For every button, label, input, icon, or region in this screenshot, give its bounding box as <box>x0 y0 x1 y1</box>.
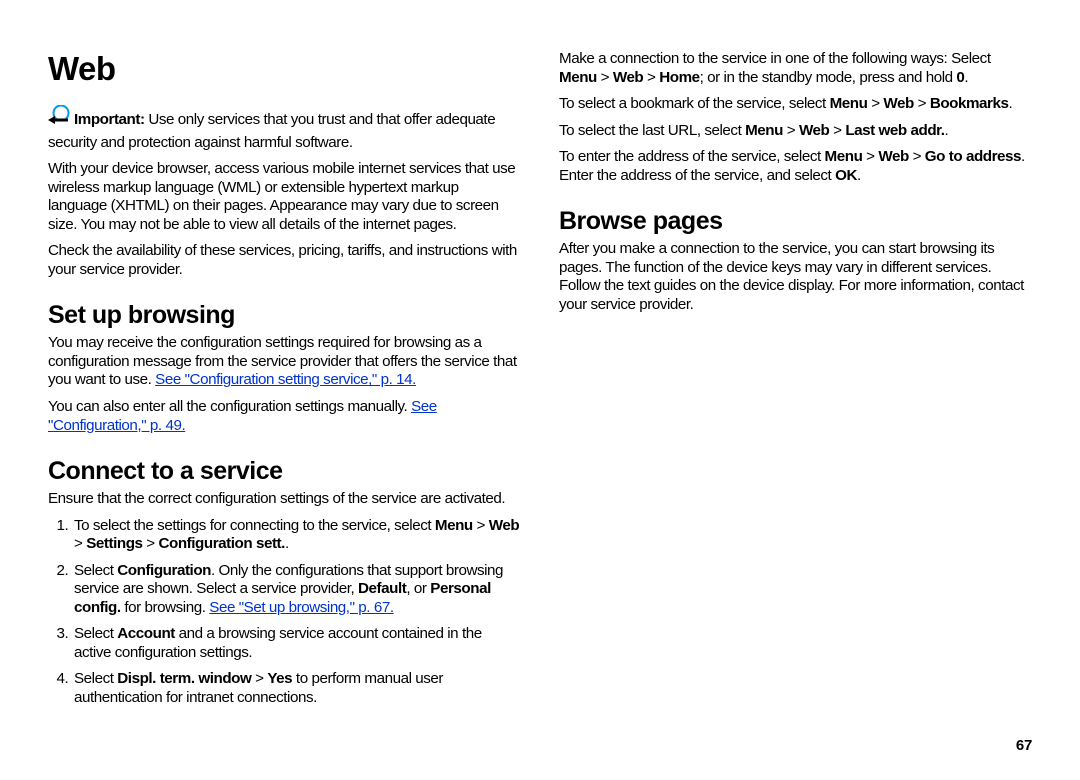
heading-browse-pages: Browse pages <box>559 207 1032 236</box>
connect-steps: To select the settings for connecting to… <box>48 517 521 708</box>
page-title: Web <box>48 50 521 88</box>
connect-after2: To select a bookmark of the service, sel… <box>559 95 1032 114</box>
connect-after3: To select the last URL, select Menu > We… <box>559 122 1032 141</box>
heading-connect-service: Connect to a service <box>48 457 521 486</box>
list-item: Select Account and a browsing service ac… <box>72 625 521 662</box>
intro-p2: With your device browser, access various… <box>48 160 521 234</box>
browse-p1: After you make a connection to the servi… <box>559 240 1032 314</box>
connect-after1: Make a connection to the service in one … <box>559 50 1032 87</box>
link-setup-browsing[interactable]: See "Set up browsing," p. 67. <box>209 599 393 616</box>
content-columns: Web Important: Use only services that yo… <box>48 50 1032 710</box>
important-label: Important: <box>74 111 145 128</box>
manual-page: Web Important: Use only services that yo… <box>0 0 1080 780</box>
important-icon <box>48 105 72 133</box>
list-item: Select Displ. term. window > Yes to perf… <box>72 670 521 707</box>
connect-after4: To enter the address of the service, sel… <box>559 148 1032 185</box>
setup-p2: You can also enter all the configuration… <box>48 398 521 435</box>
setup-p1: You may receive the configuration settin… <box>48 334 521 390</box>
heading-setup-browsing: Set up browsing <box>48 301 521 330</box>
list-item: To select the settings for connecting to… <box>72 517 521 554</box>
list-item: Select Configuration. Only the configura… <box>72 562 521 618</box>
page-number: 67 <box>1016 737 1032 754</box>
link-config-setting-service[interactable]: See "Configuration setting service," p. … <box>155 371 416 388</box>
intro-p3: Check the availability of these services… <box>48 242 521 279</box>
connect-p1: Ensure that the correct configuration se… <box>48 490 521 509</box>
important-paragraph: Important: Use only services that you tr… <box>48 106 521 152</box>
